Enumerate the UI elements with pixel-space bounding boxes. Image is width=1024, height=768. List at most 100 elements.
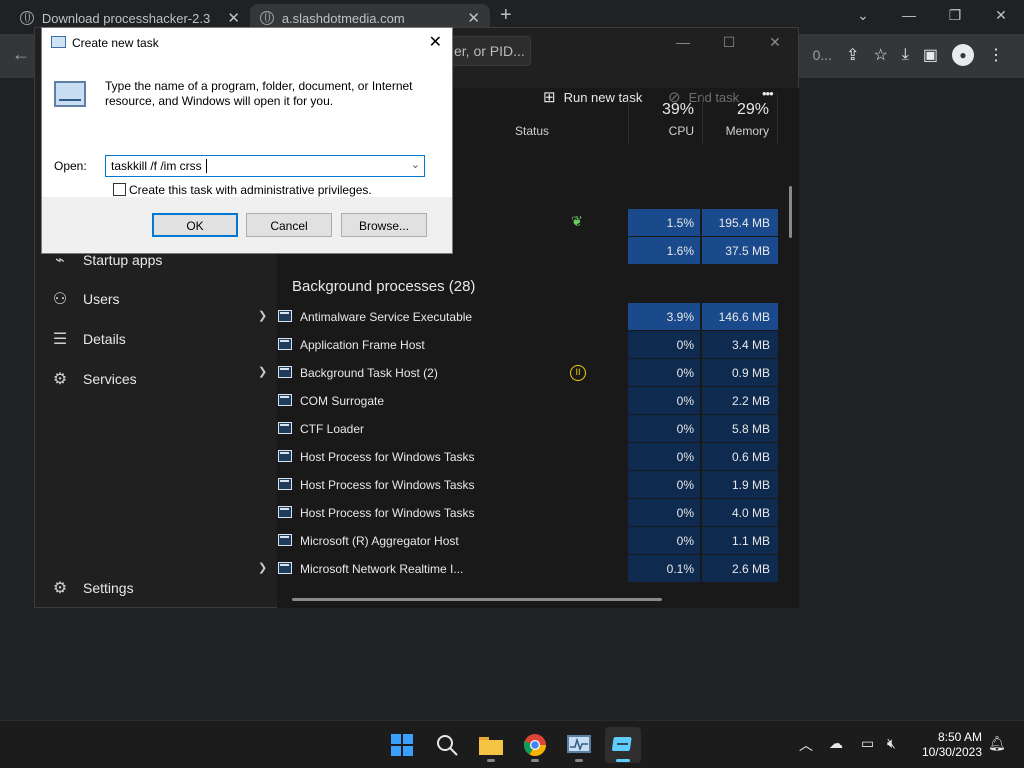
tab-search-icon[interactable]: ⌄: [840, 0, 886, 30]
dialog-close-icon[interactable]: ✕: [429, 32, 442, 52]
services-icon: ⚙: [52, 371, 68, 388]
memory-cell: 1.9 MB: [702, 471, 778, 498]
open-label: Open:: [54, 159, 87, 173]
table-row[interactable]: Host Process for Windows Tasks 0% 0.6 MB: [250, 443, 778, 471]
dialog-titlebar: Create new task ✕: [42, 28, 452, 57]
globe-icon: [20, 11, 34, 25]
show-hidden-icons-chevron-icon[interactable]: ︿: [799, 735, 813, 755]
background-processes-header: Background processes (28): [292, 278, 476, 295]
cpu-cell: 0%: [628, 471, 700, 498]
star-icon[interactable]: ☆: [873, 45, 887, 65]
process-name: Antimalware Service Executable: [300, 310, 473, 324]
cancel-button[interactable]: Cancel: [246, 213, 332, 237]
expand-chevron-icon[interactable]: ❯: [258, 561, 267, 574]
cloud-sync-icon[interactable]: ☁: [829, 735, 843, 752]
nav-label: Services: [83, 371, 137, 387]
browse-button[interactable]: Browse...: [341, 213, 427, 237]
file-explorer-button[interactable]: [473, 727, 509, 763]
admin-privileges-label[interactable]: Create this task with administrative pri…: [129, 183, 372, 197]
cpu-total: 39%: [661, 101, 694, 118]
memory-column-header[interactable]: 29% Memory: [702, 93, 778, 145]
status-column-header[interactable]: Status: [515, 124, 549, 138]
memory-cell: 4.0 MB: [702, 499, 778, 526]
tab-close-icon[interactable]: ✕: [227, 9, 240, 27]
run-app-icon: [51, 36, 66, 48]
maximize-button[interactable]: ☐: [706, 28, 752, 56]
clock-time: 8:50 AM: [937, 730, 982, 744]
back-arrow-icon[interactable]: ←: [12, 44, 30, 65]
process-name: Background Task Host (2): [300, 366, 438, 380]
chrome-button[interactable]: [517, 727, 553, 763]
admin-privileges-checkbox[interactable]: [113, 183, 126, 196]
table-row[interactable]: COM Surrogate 0% 2.2 MB: [250, 387, 778, 415]
cpu-cell: 0%: [628, 415, 700, 442]
expand-chevron-icon[interactable]: ❯: [258, 365, 267, 378]
table-row[interactable]: Host Process for Windows Tasks 0% 1.9 MB: [250, 471, 778, 499]
cpu-cell: 0.1%: [628, 555, 700, 582]
expand-chevron-icon[interactable]: ❯: [258, 309, 267, 322]
minimize-button[interactable]: —: [886, 0, 932, 30]
users-icon: ⚇: [52, 291, 68, 308]
app-window-icon: [278, 394, 292, 406]
ok-button[interactable]: OK: [152, 213, 238, 237]
profile-avatar-icon[interactable]: ●: [952, 44, 974, 66]
nav-services[interactable]: ⚙ Services: [51, 369, 137, 389]
tab-close-icon[interactable]: ✕: [467, 9, 480, 27]
notification-bell-icon[interactable]: 🔔︎: [988, 735, 1006, 752]
search-icon: [437, 735, 458, 756]
process-name: Host Process for Windows Tasks: [300, 450, 475, 464]
process-hacker-button[interactable]: [561, 727, 597, 763]
restore-button[interactable]: ❐: [932, 0, 978, 30]
table-row[interactable]: CTF Loader 0% 5.8 MB: [250, 415, 778, 443]
memory-cell: 37.5 MB: [702, 237, 778, 264]
process-name: COM Surrogate: [300, 394, 385, 408]
efficiency-leaf-icon: ❦: [571, 213, 583, 229]
dialog-title: Create new task: [72, 36, 159, 50]
table-row[interactable]: Host Process for Windows Tasks 0% 4.0 MB: [250, 499, 778, 527]
close-button[interactable]: ✕: [752, 28, 798, 56]
windows-taskbar: ︿ ☁ ▭ 🔇︎ 8:50 AM 10/30/2023 🔔︎: [0, 720, 1024, 768]
cpu-cell: 0%: [628, 527, 700, 554]
running-indicator: [487, 759, 495, 762]
display-icon[interactable]: ▭: [861, 735, 874, 752]
dialog-body: Type the name of a program, folder, docu…: [42, 57, 452, 197]
speaker-muted-icon[interactable]: 🔇︎: [887, 735, 896, 752]
run-monitor-icon: [54, 81, 86, 107]
create-new-task-dialog: Create new task ✕ Type the name of a pro…: [41, 27, 453, 254]
system-clock[interactable]: 8:50 AM 10/30/2023: [922, 730, 982, 760]
download-icon[interactable]: ⤓: [902, 46, 909, 64]
cpu-cell: 0%: [628, 331, 700, 358]
open-input-value[interactable]: taskkill /f /im crss: [111, 159, 202, 173]
vertical-scrollbar[interactable]: [789, 186, 792, 238]
table-row[interactable]: ❯ Background Task Host (2) II 0% 0.9 MB: [250, 359, 778, 387]
memory-cell: 5.8 MB: [702, 415, 778, 442]
sidepanel-icon[interactable]: ▣: [923, 45, 938, 65]
process-name: Microsoft (R) Aggregator Host: [300, 534, 459, 548]
table-row[interactable]: Microsoft (R) Aggregator Host 0% 1.1 MB: [250, 527, 778, 555]
nav-users[interactable]: ⚇ Users: [51, 289, 120, 309]
nav-details[interactable]: ☰ Details: [51, 329, 126, 349]
open-combobox[interactable]: taskkill /f /im crss ⌄: [105, 155, 425, 177]
start-button[interactable]: [384, 727, 420, 763]
table-row[interactable]: Application Frame Host 0% 3.4 MB: [250, 331, 778, 359]
horizontal-scrollbar[interactable]: [292, 598, 662, 601]
cpu-column-header[interactable]: 39% CPU: [628, 93, 702, 145]
search-button[interactable]: [429, 727, 465, 763]
cpu-cell: 3.9%: [628, 303, 700, 330]
settings-gear-icon: ⚙: [52, 580, 68, 597]
chevron-down-icon[interactable]: ⌄: [411, 158, 420, 171]
table-row[interactable]: ❯ Antimalware Service Executable 3.9% 146.6…: [250, 303, 778, 331]
cpu-cell: 0%: [628, 359, 700, 386]
process-search-input[interactable]: er, or PID...: [445, 36, 531, 66]
table-row[interactable]: ❯ Microsoft Network Realtime I... 0.1% 2.6 …: [250, 555, 778, 583]
nav-label: Details: [83, 331, 126, 347]
menu-icon[interactable]: ⋮: [988, 45, 1004, 65]
close-button[interactable]: ✕: [978, 0, 1024, 30]
new-tab-button[interactable]: +: [500, 4, 512, 27]
task-manager-button[interactable]: [605, 727, 641, 763]
minimize-button[interactable]: —: [660, 28, 706, 56]
details-icon: ☰: [52, 331, 68, 348]
share-icon[interactable]: ⇪: [846, 45, 859, 65]
app-window-icon: [278, 366, 292, 378]
nav-settings[interactable]: ⚙ Settings: [51, 578, 134, 598]
